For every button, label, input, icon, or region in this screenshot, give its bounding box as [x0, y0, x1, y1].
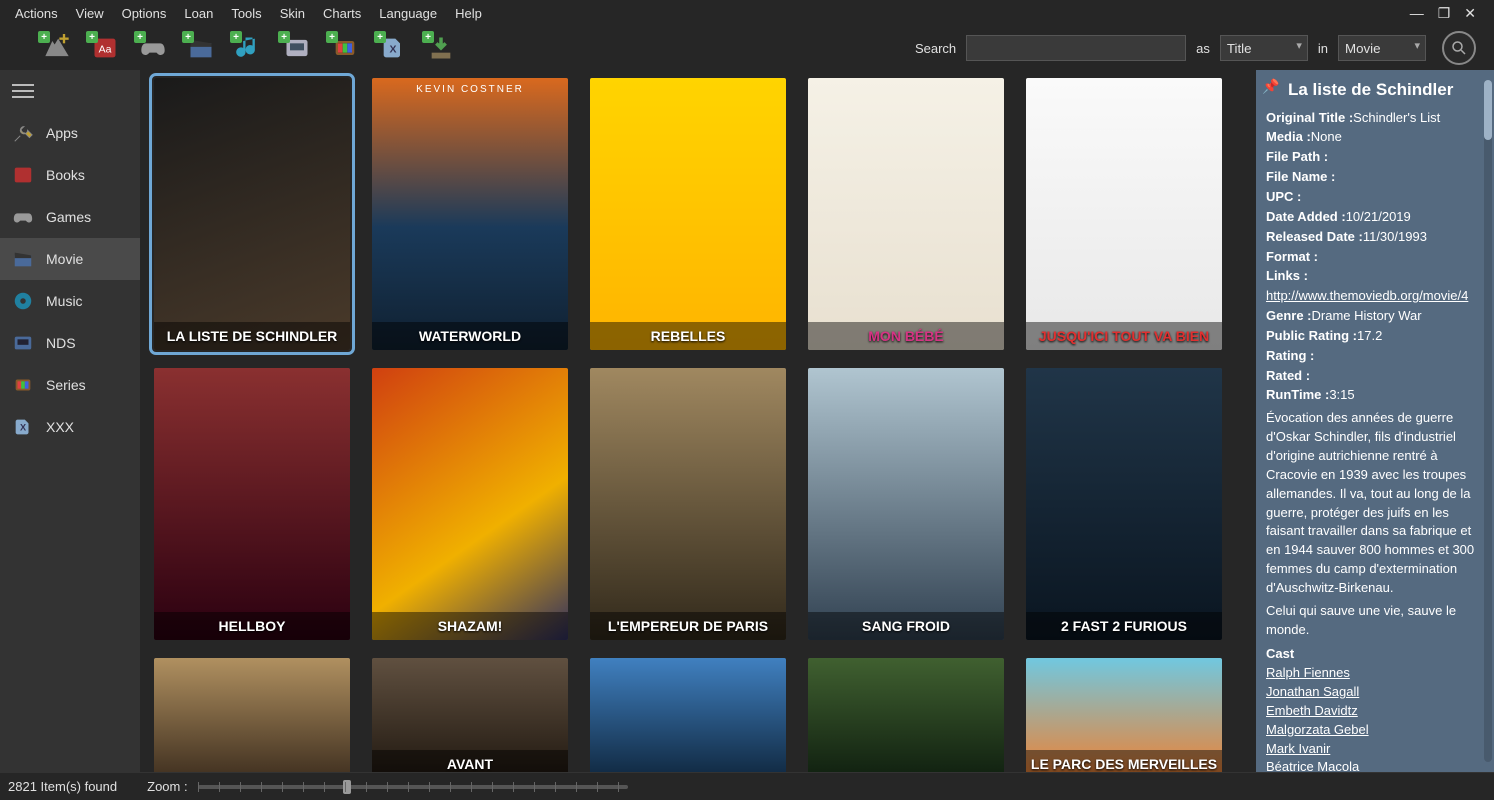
- cast-link[interactable]: Béatrice Macola: [1266, 759, 1359, 772]
- search-in-select[interactable]: Movie: [1338, 35, 1426, 61]
- details-pane: 📌 La liste de Schindler Original Title :…: [1256, 70, 1494, 772]
- zoom-slider[interactable]: Zoom :: [147, 779, 627, 794]
- details-scrollbar[interactable]: [1484, 80, 1492, 762]
- menu-tools[interactable]: Tools: [222, 3, 270, 24]
- book-icon: [12, 164, 34, 186]
- zoom-label: Zoom :: [147, 779, 187, 794]
- tools-icon: [12, 122, 34, 144]
- menu-loan[interactable]: Loan: [175, 3, 222, 24]
- search-in-label: in: [1318, 41, 1328, 56]
- toolbar: + +Aa + + + + + +X + Search as Title in …: [0, 26, 1494, 70]
- cast-link[interactable]: Ralph Fiennes: [1266, 665, 1350, 680]
- poster-item[interactable]: LA LISTE DE SCHINDLER: [154, 78, 350, 350]
- minimize-button[interactable]: —: [1410, 5, 1424, 22]
- add-app-icon[interactable]: +: [42, 33, 72, 63]
- gamepad-icon: [12, 206, 34, 228]
- sidebar-item-series[interactable]: Series: [0, 364, 140, 406]
- search-button[interactable]: [1442, 31, 1476, 65]
- close-button[interactable]: ✕: [1464, 5, 1476, 22]
- menu-language[interactable]: Language: [370, 3, 446, 24]
- svg-text:Aa: Aa: [99, 44, 112, 56]
- add-book-icon[interactable]: +Aa: [90, 33, 120, 63]
- cast-heading: Cast: [1266, 645, 1484, 664]
- add-movie-icon[interactable]: +: [186, 33, 216, 63]
- search-as-select[interactable]: Title: [1220, 35, 1308, 61]
- menu-charts[interactable]: Charts: [314, 3, 370, 24]
- details-link[interactable]: http://www.themoviedb.org/movie/4: [1266, 288, 1468, 303]
- poster-item[interactable]: [590, 658, 786, 772]
- cast-link[interactable]: Jonathan Sagall: [1266, 684, 1359, 699]
- svg-text:X: X: [20, 423, 27, 433]
- sidebar-item-games[interactable]: Games: [0, 196, 140, 238]
- add-game-icon[interactable]: +: [138, 33, 168, 63]
- menu-view[interactable]: View: [67, 3, 113, 24]
- poster-grid-area[interactable]: LA LISTE DE SCHINDLERKEVIN COSTNERWATERW…: [140, 70, 1256, 772]
- svg-text:X: X: [389, 44, 396, 56]
- statusbar: 2821 Item(s) found Zoom :: [0, 772, 1494, 800]
- sidebar-item-apps[interactable]: Apps: [0, 112, 140, 154]
- add-xxx-icon[interactable]: +X: [378, 33, 408, 63]
- sidebar: AppsBooksGamesMovieMusicNDSSeriesXXXX: [0, 70, 140, 772]
- search-label: Search: [915, 41, 956, 56]
- download-icon[interactable]: +: [426, 33, 456, 63]
- add-series-icon[interactable]: +: [330, 33, 360, 63]
- hamburger-icon[interactable]: [0, 70, 140, 112]
- poster-item[interactable]: MON BÉBÉ: [808, 78, 1004, 350]
- cast-link[interactable]: Malgorzata Gebel: [1266, 722, 1369, 737]
- music-icon: [12, 290, 34, 312]
- zoom-track[interactable]: [198, 785, 628, 789]
- maximize-button[interactable]: ❐: [1438, 5, 1451, 22]
- sidebar-item-movie[interactable]: Movie: [0, 238, 140, 280]
- add-nds-icon[interactable]: +: [282, 33, 312, 63]
- menu-skin[interactable]: Skin: [271, 3, 314, 24]
- sidebar-item-nds[interactable]: NDS: [0, 322, 140, 364]
- poster-item[interactable]: SHAZAM!: [372, 368, 568, 640]
- poster-item[interactable]: HELLBOY: [154, 368, 350, 640]
- poster-item[interactable]: 2 FAST 2 FURIOUS: [1026, 368, 1222, 640]
- poster-item[interactable]: JUSQU'ICI TOUT VA BIEN: [1026, 78, 1222, 350]
- menu-help[interactable]: Help: [446, 3, 491, 24]
- status-count: 2821 Item(s) found: [8, 779, 117, 794]
- poster-item[interactable]: [808, 658, 1004, 772]
- cast-link[interactable]: Mark Ivanir: [1266, 741, 1330, 756]
- poster-item[interactable]: SANG FROID: [808, 368, 1004, 640]
- clapper-icon: [12, 248, 34, 270]
- x-icon: X: [12, 416, 34, 438]
- nds-icon: [12, 332, 34, 354]
- sidebar-item-music[interactable]: Music: [0, 280, 140, 322]
- sidebar-item-xxx[interactable]: XXXX: [0, 406, 140, 448]
- pin-icon[interactable]: 📌: [1262, 76, 1279, 96]
- menu-actions[interactable]: Actions: [6, 3, 67, 24]
- menu-options[interactable]: Options: [113, 3, 176, 24]
- details-description: Évocation des années de guerre d'Oskar S…: [1266, 409, 1484, 597]
- details-title: La liste de Schindler: [1266, 78, 1484, 103]
- cast-link[interactable]: Embeth Davidtz: [1266, 703, 1358, 718]
- window-controls: — ❐ ✕: [1398, 5, 1488, 22]
- poster-item[interactable]: LE PARC DES MERVEILLES: [1026, 658, 1222, 772]
- details-scrollbar-thumb[interactable]: [1484, 80, 1492, 140]
- search-input[interactable]: [966, 35, 1186, 61]
- menubar: ActionsViewOptionsLoanToolsSkinChartsLan…: [0, 0, 1494, 26]
- search-as-label: as: [1196, 41, 1210, 56]
- poster-item[interactable]: REBELLES: [590, 78, 786, 350]
- poster-item[interactable]: KEVIN COSTNERWATERWORLD: [372, 78, 568, 350]
- sidebar-item-books[interactable]: Books: [0, 154, 140, 196]
- search-area: Search as Title in Movie: [915, 31, 1476, 65]
- tv-icon: [12, 374, 34, 396]
- poster-item[interactable]: [154, 658, 350, 772]
- poster-item[interactable]: L'EMPEREUR DE PARIS: [590, 368, 786, 640]
- add-music-icon[interactable]: +: [234, 33, 264, 63]
- search-icon: [1450, 39, 1468, 57]
- poster-item[interactable]: AVANT: [372, 658, 568, 772]
